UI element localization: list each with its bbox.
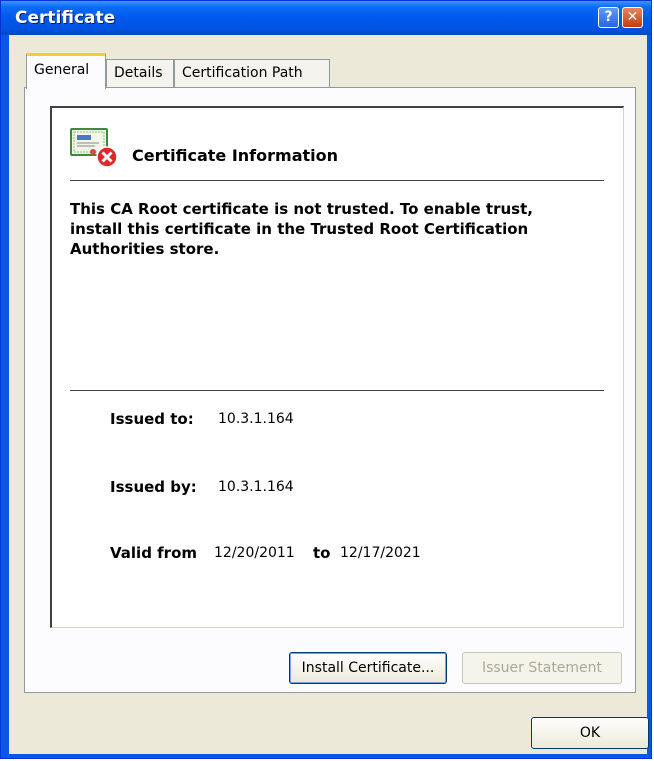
issued-to-label: Issued to: — [110, 410, 194, 428]
issued-by-value: 10.3.1.164 — [218, 479, 294, 495]
window-frame-bottom — [1, 754, 651, 758]
tab-certification-path[interactable]: Certification Path — [174, 59, 330, 87]
issued-by-label: Issued by: — [110, 478, 197, 496]
divider-top — [70, 180, 604, 181]
valid-to-value: 12/17/2021 — [340, 545, 421, 561]
valid-from-label: Valid from — [110, 544, 198, 562]
close-button[interactable]: ✕ — [622, 7, 643, 28]
install-certificate-button[interactable]: Install Certificate... — [289, 652, 447, 684]
tab-details-label: Details — [114, 65, 163, 81]
window-frame-left — [1, 35, 9, 758]
title-bar[interactable]: Certificate ? ✕ — [1, 1, 651, 35]
trust-warning-text: This CA Root certificate is not trusted.… — [70, 200, 533, 258]
certificate-info-box: Certificate Information This CA Root cer… — [50, 106, 624, 628]
certificate-error-icon — [70, 128, 118, 168]
tab-details[interactable]: Details — [106, 59, 174, 87]
tab-general-label: General — [34, 62, 90, 78]
help-button[interactable]: ? — [598, 7, 619, 28]
divider-bottom — [70, 390, 604, 391]
certificate-info-heading: Certificate Information — [132, 146, 338, 165]
valid-from-value: 12/20/2011 — [214, 545, 295, 561]
certificate-dialog: Certificate ? ✕ General Details Certific… — [0, 0, 652, 759]
issuer-statement-button[interactable]: Issuer Statement — [462, 652, 622, 684]
tab-general[interactable]: General — [26, 53, 106, 89]
tab-certification-path-label: Certification Path — [182, 65, 303, 81]
ok-button[interactable]: OK — [531, 717, 649, 749]
valid-to-label: to — [313, 544, 331, 562]
help-icon: ? — [604, 9, 613, 25]
issued-to-value: 10.3.1.164 — [218, 411, 294, 427]
close-icon: ✕ — [626, 9, 639, 25]
window-frame-right — [647, 35, 651, 758]
window-title: Certificate — [15, 8, 116, 28]
